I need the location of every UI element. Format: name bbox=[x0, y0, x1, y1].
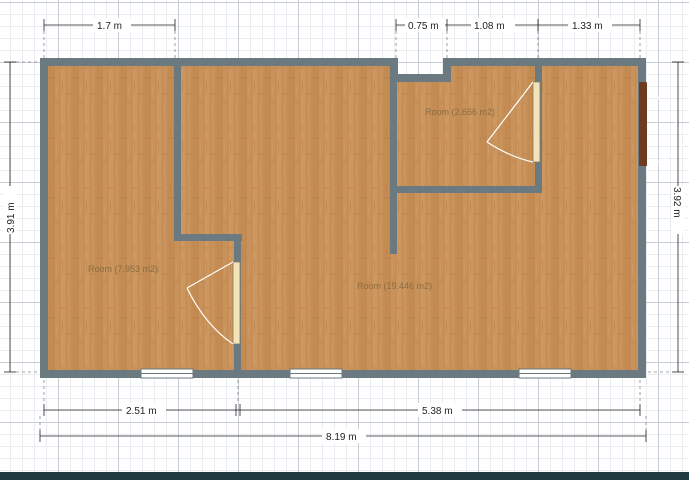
dim-top-left: 1.7 m bbox=[97, 21, 122, 32]
wall-top-right bbox=[443, 58, 646, 66]
wall-small-room-left bbox=[390, 78, 397, 254]
wall-left-room-horizontal bbox=[174, 234, 242, 241]
bottom-bar bbox=[0, 472, 689, 480]
room-label-main: Room (19.446 m2) bbox=[357, 281, 432, 291]
door-left-room bbox=[232, 261, 241, 345]
room-label-left: Room (7.953 m2) bbox=[88, 264, 158, 274]
dim-bottom-left: 2.51 m bbox=[126, 406, 157, 417]
door-small-room bbox=[532, 81, 541, 163]
floor-plan: Room (7.953 m2) Room (19.446 m2) Room (2… bbox=[3, 18, 689, 443]
wall-small-room-bottom bbox=[390, 186, 542, 193]
dim-top-c: 1.33 m bbox=[572, 21, 603, 32]
room-label-small: Room (2.666 m2) bbox=[425, 107, 495, 117]
dim-right-height: 3.92 m bbox=[671, 187, 682, 218]
wall-top-left bbox=[40, 58, 396, 66]
wall-left-room-vertical bbox=[174, 58, 181, 240]
dim-total-width: 8.19 m bbox=[326, 432, 357, 443]
wall-notch-bottom bbox=[390, 74, 451, 82]
entrance-door-swing bbox=[646, 81, 689, 167]
dim-top-a: 0.75 m bbox=[408, 21, 439, 32]
entrance-door bbox=[639, 82, 647, 166]
wall-left bbox=[40, 58, 48, 378]
dim-bottom-right: 5.38 m bbox=[422, 406, 453, 417]
dim-left-height: 3.91 m bbox=[6, 202, 17, 233]
floor-area bbox=[44, 62, 642, 374]
dim-top-b: 1.08 m bbox=[474, 21, 505, 32]
wall-notch-right bbox=[443, 58, 451, 82]
